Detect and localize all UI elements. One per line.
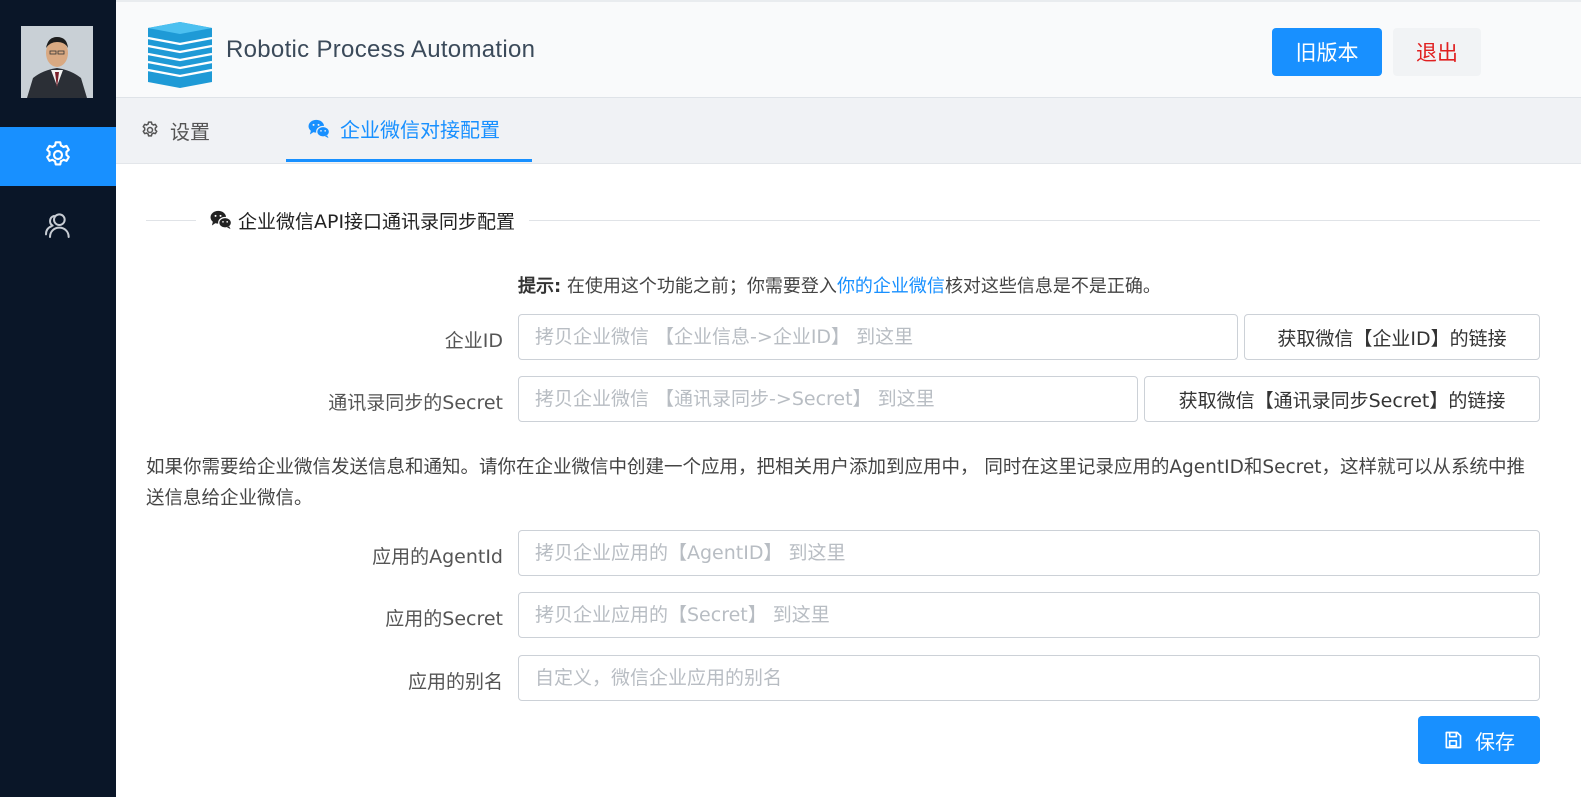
get-contact-secret-link-button[interactable]: 获取微信【通讯录同步Secret】的链接 xyxy=(1144,376,1540,422)
sidebar xyxy=(0,0,116,797)
hint-before: 在使用这个功能之前；你需要登入 xyxy=(561,276,837,297)
tab-wechat-config-label: 企业微信对接配置 xyxy=(340,118,500,142)
app-secret-label: 应用的Secret xyxy=(385,608,503,630)
wechat-icon xyxy=(308,119,330,139)
app-alias-input[interactable] xyxy=(518,655,1540,701)
users-icon xyxy=(42,209,74,245)
get-corp-id-link-button[interactable]: 获取微信【企业ID】的链接 xyxy=(1244,314,1540,360)
corp-id-label: 企业ID xyxy=(444,330,503,352)
gear-icon xyxy=(42,139,74,175)
header: Robotic Process Automation 旧版本 退出 xyxy=(116,0,1581,98)
app-title: Robotic Process Automation xyxy=(226,36,536,63)
divider xyxy=(146,219,196,221)
app-secret-input[interactable] xyxy=(518,592,1540,638)
save-button[interactable]: 保存 xyxy=(1418,716,1540,764)
wechat-login-link[interactable]: 你的企业微信 xyxy=(837,276,945,297)
tab-wechat-config[interactable]: 企业微信对接配置 xyxy=(286,98,532,162)
agent-id-label: 应用的AgentId xyxy=(372,546,503,568)
tab-settings-label: 设置 xyxy=(170,119,210,144)
divider xyxy=(529,219,1540,221)
sidebar-item-users[interactable] xyxy=(0,197,116,256)
save-label: 保存 xyxy=(1475,729,1515,754)
section-heading: 企业微信API接口通讯录同步配置 xyxy=(196,207,529,234)
section-title-text: 企业微信API接口通讯录同步配置 xyxy=(238,210,516,233)
gear-icon xyxy=(140,120,160,140)
sidebar-item-settings[interactable] xyxy=(0,127,116,186)
tab-settings[interactable]: 设置 xyxy=(140,98,210,162)
save-icon xyxy=(1443,730,1463,750)
contact-secret-input[interactable] xyxy=(518,376,1138,422)
tab-bar: 设置 企业微信对接配置 xyxy=(116,98,1581,164)
logout-button[interactable]: 退出 xyxy=(1393,28,1481,76)
hint-text: 提示: 在使用这个功能之前；你需要登入你的企业微信核对这些信息是不是正确。 xyxy=(518,272,1161,298)
avatar[interactable] xyxy=(21,26,93,98)
app-alias-label: 应用的别名 xyxy=(407,671,503,693)
hint-after: 核对这些信息是不是正确。 xyxy=(944,276,1161,297)
app-logo xyxy=(146,22,214,92)
main-content: 企业微信API接口通讯录同步配置 提示: 在使用这个功能之前；你需要登入你的企业… xyxy=(116,164,1581,797)
hint-prefix: 提示: xyxy=(518,276,562,297)
corp-id-input[interactable] xyxy=(518,314,1238,360)
contact-secret-label: 通讯录同步的Secret xyxy=(328,392,503,414)
old-version-button[interactable]: 旧版本 xyxy=(1272,28,1382,76)
wechat-icon xyxy=(210,210,232,230)
agent-id-input[interactable] xyxy=(518,530,1540,576)
info-paragraph: 如果你需要给企业微信发送信息和通知。请你在企业微信中创建一个应用，把相关用户添加… xyxy=(146,457,1525,509)
section-title: 企业微信API接口通讯录同步配置 xyxy=(146,206,1540,234)
